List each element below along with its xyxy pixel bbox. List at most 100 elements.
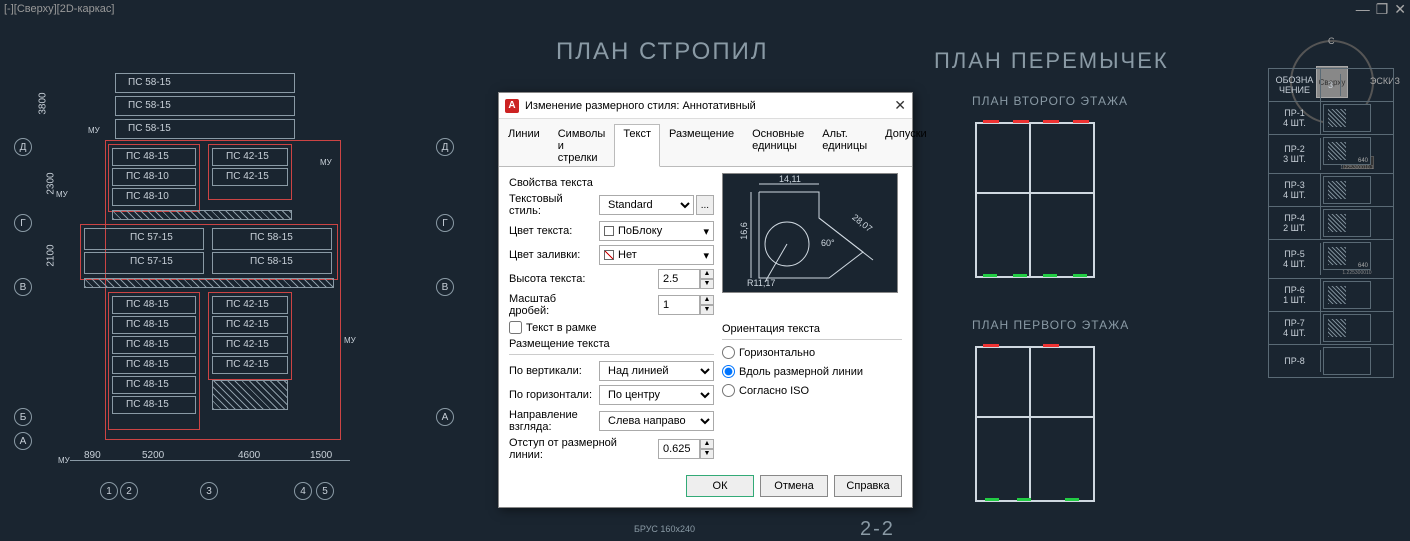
- text-style-browse-button[interactable]: ...: [696, 195, 714, 215]
- restore-button[interactable]: ❐: [1376, 1, 1389, 18]
- text-color-value: ПоБлоку: [618, 225, 662, 237]
- tab-lines[interactable]: Линии: [499, 124, 549, 167]
- chevron-down-icon: ▾: [703, 249, 709, 262]
- spin-up-button[interactable]: ▲: [700, 439, 714, 449]
- fill-color-select[interactable]: Нет ▾: [599, 245, 714, 265]
- frac-scale-input[interactable]: [658, 295, 700, 315]
- tab-primary[interactable]: Основные единицы: [743, 124, 813, 167]
- axis-bubble: 1: [100, 482, 118, 500]
- view-dir-select[interactable]: Слева направо: [599, 411, 714, 431]
- titlebar: [-][Сверху][2D-каркас] — ❐ ✕: [0, 0, 1410, 18]
- horizontal-select[interactable]: По центру: [599, 385, 714, 405]
- spin-up-button[interactable]: ▲: [700, 295, 714, 305]
- spin-down-button[interactable]: ▼: [700, 305, 714, 315]
- dimension: 3800: [38, 92, 49, 114]
- lintel-thumb: [1323, 314, 1371, 342]
- table-cell: 1 ШТ.: [1273, 295, 1316, 305]
- help-button[interactable]: Справка: [834, 475, 902, 497]
- slab-label: ПС 42-15: [226, 171, 269, 182]
- minimize-button[interactable]: —: [1356, 1, 1370, 18]
- offset-input[interactable]: [658, 439, 700, 459]
- title-plan-stropil: ПЛАН СТРОПИЛ: [556, 38, 769, 66]
- preview-dim: 14,11: [779, 174, 801, 184]
- lintel-thumb: [1323, 209, 1371, 237]
- axis-bubble: В: [14, 278, 32, 296]
- lintel-table: ОБОЗНА ЧЕНИЕ 3 ПР-14 ШТ. ПР-23 ШТ.6401.2…: [1268, 68, 1394, 378]
- axis-bubble: А: [436, 408, 454, 426]
- table-cell: 2 ШТ.: [1273, 223, 1316, 233]
- dialog-close-button[interactable]: ✕: [894, 97, 906, 114]
- slab-label: ПС 48-15: [126, 319, 169, 330]
- orient-iso-radio[interactable]: [722, 384, 735, 397]
- mu-label: МУ: [58, 456, 70, 465]
- slab-label: ПС 42-15: [226, 339, 269, 350]
- text-height-input[interactable]: [658, 269, 700, 289]
- label-offset: Отступ от размерной линии:: [509, 437, 639, 461]
- axis-bubble: Б: [14, 408, 32, 426]
- dimension: 2100: [46, 244, 57, 266]
- orient-horiz-radio[interactable]: [722, 346, 735, 359]
- axis-bubble: 2: [120, 482, 138, 500]
- spin-down-button[interactable]: ▼: [700, 279, 714, 289]
- slab-label: ПС 58-15: [250, 232, 293, 243]
- label-orient-horiz: Горизонтально: [739, 347, 815, 359]
- tab-alt[interactable]: Альт. единицы: [813, 124, 876, 167]
- preview-dim: 60°: [821, 238, 835, 248]
- axis-bubble: Г: [14, 214, 32, 232]
- title-plan-peremychek: ПЛАН ПЕРЕМЫЧЕК: [934, 48, 1169, 74]
- axis-bubble: А: [14, 432, 32, 450]
- label-view-dir: Направление взгляда:: [509, 409, 595, 433]
- tab-symbols[interactable]: Символы и стрелки: [549, 124, 615, 167]
- table-cell: ПР-8: [1273, 356, 1316, 366]
- label-fill-color: Цвет заливки:: [509, 249, 595, 261]
- mu-label: МУ: [344, 336, 356, 345]
- drawing-canvas[interactable]: ПЛАН СТРОПИЛ ПЛАН ПЕРЕМЫЧЕК ПЛАН ВТОРОГО…: [0, 18, 1410, 538]
- label-orient-iso: Согласно ISO: [739, 385, 809, 397]
- lintel-thumb: 640: [1323, 137, 1371, 165]
- preview-dim: R11,17: [747, 278, 775, 288]
- dimension: 2300: [46, 172, 57, 194]
- text-style-select[interactable]: Standard: [599, 195, 694, 215]
- slab-label: ПС 42-15: [226, 359, 269, 370]
- tab-fit[interactable]: Размещение: [660, 124, 743, 167]
- window-title: [-][Сверху][2D-каркас]: [4, 3, 114, 15]
- lintel-thumb: [1323, 104, 1371, 132]
- text-color-select[interactable]: ПоБлоку ▾: [599, 221, 714, 241]
- axis-bubble: Г: [436, 214, 454, 232]
- label-orient-along: Вдоль размерной линии: [739, 366, 863, 378]
- spin-down-button[interactable]: ▼: [700, 449, 714, 459]
- group-text-placement: Размещение текста: [509, 338, 714, 350]
- dialog-titlebar[interactable]: A Изменение размерного стиля: Аннотативн…: [499, 93, 912, 119]
- axis-bubble: Д: [14, 138, 32, 156]
- cancel-button[interactable]: Отмена: [760, 475, 828, 497]
- tab-tol[interactable]: Допуски: [876, 124, 935, 167]
- slab-label: ПС 48-10: [126, 171, 169, 182]
- slab-label: ПС 42-15: [226, 299, 269, 310]
- table-cell: ПР-5: [1273, 249, 1316, 259]
- slab-label: ПС 48-15: [126, 151, 169, 162]
- dimstyle-preview: 14,11 16,6 28,07 R11,17 60°: [722, 173, 898, 293]
- table-cell: ПР-6: [1273, 285, 1316, 295]
- text-frame-checkbox[interactable]: [509, 321, 522, 334]
- tab-text[interactable]: Текст: [614, 124, 660, 167]
- close-button[interactable]: ✕: [1394, 1, 1406, 18]
- vertical-select[interactable]: Над линией: [599, 361, 714, 381]
- orient-along-radio[interactable]: [722, 365, 735, 378]
- label-text-color: Цвет текста:: [509, 225, 595, 237]
- mu-label: МУ: [320, 158, 332, 167]
- axis-bubble: 5: [316, 482, 334, 500]
- table-cell: 3 ШТ.: [1273, 154, 1316, 164]
- label-text-style: Текстовый стиль:: [509, 193, 595, 217]
- slab-label: ПС 58-15: [128, 123, 171, 134]
- spin-up-button[interactable]: ▲: [700, 269, 714, 279]
- ok-button[interactable]: ОК: [686, 475, 754, 497]
- label-horizontal: По горизонтали:: [509, 389, 595, 401]
- table-cell: 4 ШТ.: [1273, 259, 1316, 269]
- slab-label: ПС 42-15: [226, 151, 269, 162]
- hatch-strip: [112, 210, 292, 220]
- slab-label: ПС 58-15: [128, 77, 171, 88]
- label-text-frame: Текст в рамке: [526, 322, 597, 334]
- floor-plan-1: [965, 336, 1105, 512]
- axis-bubble: 3: [200, 482, 218, 500]
- mu-label: МУ: [88, 126, 100, 135]
